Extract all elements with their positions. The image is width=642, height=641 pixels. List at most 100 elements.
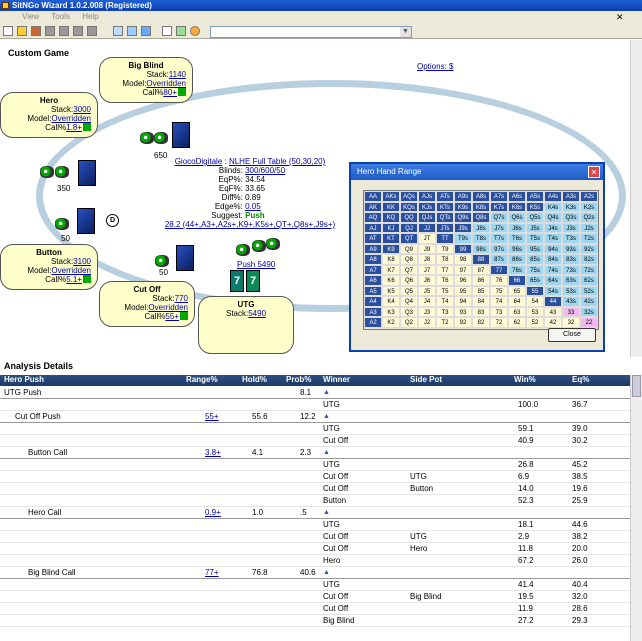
player-box-utg[interactable]: UTG Stack:5490: [198, 296, 294, 354]
hand-cell[interactable]: J5: [418, 285, 436, 296]
hand-cell[interactable]: ATs: [436, 191, 454, 202]
table-row[interactable]: UTG 100.0 36.7: [0, 399, 630, 411]
col-hold[interactable]: Hold%: [242, 375, 267, 384]
model-link[interactable]: Overridden: [51, 114, 91, 123]
hand-cell[interactable]: 32: [562, 317, 580, 328]
table-row[interactable]: Cut Off 40.9 30.2: [0, 435, 630, 447]
table-row[interactable]: Hero Call 0.9+ 1.0 .5 ▲: [0, 507, 630, 519]
hand-cell[interactable]: A6: [364, 275, 382, 286]
table-row[interactable]: Cut Off Push 55+ 55.6 12.2 ▲: [0, 411, 630, 423]
hand-cell[interactable]: 53: [526, 306, 544, 317]
table-row[interactable]: Button Call 3.8+ 4.1 2.3 ▲: [0, 447, 630, 459]
hand-cell[interactable]: A4s: [544, 191, 562, 202]
table-row[interactable]: Cut Off UTG 6.9 38.5: [0, 471, 630, 483]
hand-cell[interactable]: 87: [472, 264, 490, 275]
toolbar-button-4[interactable]: [87, 26, 97, 36]
hand-cell[interactable]: A7s: [490, 191, 508, 202]
hand-cell[interactable]: 42: [544, 317, 562, 328]
hand-cell[interactable]: 76: [490, 275, 508, 286]
hand-cell[interactable]: 87s: [490, 254, 508, 265]
hand-cell[interactable]: KJ: [382, 222, 400, 233]
hand-cell[interactable]: 86: [472, 275, 490, 286]
hand-cell[interactable]: 93: [454, 306, 472, 317]
hand-cell[interactable]: Q2s: [580, 212, 598, 223]
hand-cell[interactable]: 92s: [580, 243, 598, 254]
hand-cell[interactable]: KTs: [436, 201, 454, 212]
hand-cell[interactable]: A3s: [562, 191, 580, 202]
hand-cell[interactable]: T8: [436, 254, 454, 265]
hand-cell[interactable]: J9: [418, 243, 436, 254]
options-link[interactable]: Options: $: [417, 62, 453, 71]
table-row[interactable]: UTG 59.1 39.0: [0, 423, 630, 435]
player-box-button[interactable]: Button Stack:3100 Model:Overridden Call%…: [0, 244, 98, 290]
hand-cell[interactable]: 63: [508, 306, 526, 317]
table-row[interactable]: Cut Off 11.9 28.6: [0, 603, 630, 615]
model-link[interactable]: Overridden: [51, 266, 91, 275]
hand-cell[interactable]: QT: [400, 233, 418, 244]
hand-cell[interactable]: T7s: [490, 233, 508, 244]
cookie-icon[interactable]: [31, 26, 41, 36]
hand-cell[interactable]: JTs: [436, 222, 454, 233]
hand-cell[interactable]: AK: [364, 201, 382, 212]
hand-cell[interactable]: J2s: [580, 222, 598, 233]
hand-cell[interactable]: J9s: [454, 222, 472, 233]
hand-cell[interactable]: 42s: [580, 296, 598, 307]
hand-cell[interactable]: T6: [436, 275, 454, 286]
hand-cell[interactable]: 88: [472, 254, 490, 265]
site-link[interactable]: GiocoDigitale: [175, 157, 223, 166]
hand-cell[interactable]: K8s: [472, 201, 490, 212]
table-row[interactable]: Cut Off Button 14.0 19.6: [0, 483, 630, 495]
col-hero-push[interactable]: Hero Push: [4, 375, 44, 384]
window-icon[interactable]: [141, 26, 151, 36]
hand-cell[interactable]: T9: [436, 243, 454, 254]
hand-cell[interactable]: J7: [418, 264, 436, 275]
col-win[interactable]: Win%: [514, 375, 536, 384]
hand-cell[interactable]: QJs: [418, 212, 436, 223]
hand-cell[interactable]: 54s: [544, 285, 562, 296]
hand-cell[interactable]: K7s: [490, 201, 508, 212]
hand-cell[interactable]: Q3s: [562, 212, 580, 223]
hand-cell[interactable]: 55: [526, 285, 544, 296]
hand-cell[interactable]: Q4s: [544, 212, 562, 223]
hand-cell[interactable]: T5s: [526, 233, 544, 244]
hand-cell[interactable]: 65: [508, 285, 526, 296]
hand-cell[interactable]: 33: [562, 306, 580, 317]
hand-cell[interactable]: 52s: [580, 285, 598, 296]
hand-cell[interactable]: 95: [454, 285, 472, 296]
hand-cell[interactable]: Q8s: [472, 212, 490, 223]
stack-link[interactable]: 3100: [73, 257, 91, 266]
site-combo[interactable]: ▼: [210, 26, 412, 38]
hand-range-dialog[interactable]: Hero Hand Range ✕ AA AKs AQs AJs ATs A9s A8s A7…: [349, 162, 605, 352]
hand-cell[interactable]: Q7: [400, 264, 418, 275]
hand-cell[interactable]: 72: [490, 317, 508, 328]
hand-cell[interactable]: 95s: [526, 243, 544, 254]
info-value[interactable]: 300/600/50: [245, 166, 345, 175]
toolbar-button-2[interactable]: [59, 26, 69, 36]
analysis-scrollbar[interactable]: [630, 375, 642, 641]
hand-cell[interactable]: Q3: [400, 306, 418, 317]
hand-cell[interactable]: T9s: [454, 233, 472, 244]
hand-cell[interactable]: K4s: [544, 201, 562, 212]
table-type-link[interactable]: NLHE Full Table (50,30,20): [229, 157, 325, 166]
hand-cell[interactable]: T5: [436, 285, 454, 296]
hand-cell[interactable]: 93s: [562, 243, 580, 254]
hand-cell[interactable]: 43: [544, 306, 562, 317]
hand-cell[interactable]: J2: [418, 317, 436, 328]
hand-cell[interactable]: 94s: [544, 243, 562, 254]
collapse-icon[interactable]: ▲: [323, 387, 330, 399]
hand-cell[interactable]: J8s: [472, 222, 490, 233]
hand-cell[interactable]: KJs: [418, 201, 436, 212]
toolbar-button-1[interactable]: [45, 26, 55, 36]
hand-cell[interactable]: Q4: [400, 296, 418, 307]
call-link[interactable]: 55+: [165, 312, 179, 321]
hand-cell[interactable]: 82s: [580, 254, 598, 265]
hand-cell[interactable]: T7: [436, 264, 454, 275]
open-icon[interactable]: [17, 26, 27, 36]
hand-cell[interactable]: 73s: [562, 264, 580, 275]
hand-cell[interactable]: K8: [382, 254, 400, 265]
hand-cell[interactable]: 86s: [508, 254, 526, 265]
player-box-cut-off[interactable]: Cut Off Stack:770 Model:Overridden Call%…: [99, 281, 195, 327]
menu-tools[interactable]: Tools: [51, 12, 70, 21]
hand-cell[interactable]: 75: [490, 285, 508, 296]
range-link[interactable]: 77+: [205, 567, 219, 579]
